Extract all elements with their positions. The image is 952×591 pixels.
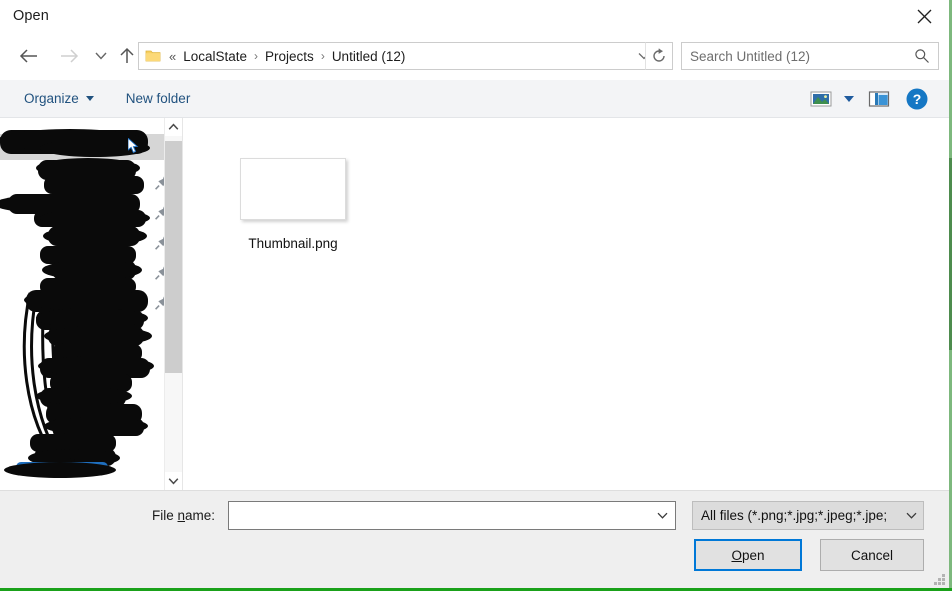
refresh-icon xyxy=(653,48,665,62)
back-arrow-icon xyxy=(19,49,37,63)
breadcrumb-overflow[interactable]: « xyxy=(169,49,176,64)
file-name-label-post: ame: xyxy=(185,508,216,523)
file-name-label-static: File name: xyxy=(152,503,215,529)
new-folder-button[interactable]: New folder xyxy=(116,81,201,117)
cancel-button-label: Cancel xyxy=(850,547,894,563)
navigation-selected-row[interactable] xyxy=(0,134,182,160)
dialog-body: Thumbnail.png xyxy=(0,118,952,490)
scrollbar-thumb[interactable] xyxy=(165,141,182,373)
help-button[interactable]: ? xyxy=(898,81,936,117)
close-button[interactable] xyxy=(902,0,946,32)
preview-pane-icon xyxy=(868,90,890,107)
search-icon xyxy=(915,49,929,63)
folder-icon xyxy=(145,49,161,63)
breadcrumb-item-2[interactable]: Untitled (12) xyxy=(332,49,406,64)
navigation-pane[interactable] xyxy=(0,118,182,490)
file-name-label: Thumbnail.png xyxy=(248,236,338,251)
forward-button[interactable] xyxy=(54,41,84,71)
navigation-pane-scrollbar[interactable] xyxy=(164,118,182,490)
search-box[interactable]: Search Untitled (12) xyxy=(681,42,939,70)
toolbar-right-group: ? xyxy=(804,80,936,117)
scroll-down-button[interactable] xyxy=(165,472,182,490)
title-bar: Open xyxy=(0,0,952,34)
change-view-dropdown[interactable] xyxy=(838,81,860,117)
file-name-label-accel: n xyxy=(177,508,186,523)
open-button-accel: O xyxy=(731,547,742,563)
chevron-down-icon xyxy=(85,96,94,101)
preview-pane-button[interactable] xyxy=(860,81,898,117)
page-title: Open xyxy=(13,8,49,24)
cancel-button[interactable]: Cancel xyxy=(820,539,924,571)
breadcrumb-item-1[interactable]: Projects xyxy=(265,49,314,64)
view-layout-icon xyxy=(810,91,832,106)
file-name-input[interactable] xyxy=(228,501,676,530)
organize-button[interactable]: Organize xyxy=(14,81,104,117)
breadcrumb-separator-1[interactable]: › xyxy=(321,49,325,63)
file-thumbnail xyxy=(240,158,346,220)
change-view-button[interactable] xyxy=(804,81,838,117)
file-name-label-pre: File xyxy=(152,508,178,523)
scroll-down-arrow-icon xyxy=(168,478,179,485)
chevron-down-icon xyxy=(95,52,107,60)
open-button[interactable]: Open xyxy=(694,539,802,571)
scroll-up-button[interactable] xyxy=(165,118,182,136)
list-item[interactable]: Thumbnail.png xyxy=(213,158,373,251)
up-arrow-icon xyxy=(120,47,134,63)
chevron-down-icon xyxy=(906,512,916,519)
recent-locations-button[interactable] xyxy=(90,41,112,71)
new-folder-label: New folder xyxy=(125,91,191,106)
close-icon xyxy=(917,9,931,23)
file-list-pane[interactable]: Thumbnail.png xyxy=(182,118,952,490)
toolbar: Organize New folder ? xyxy=(0,80,952,118)
chevron-down-icon xyxy=(657,512,667,519)
file-type-value: All files (*.png;*.jpg;*.jpeg;*.jpe; xyxy=(701,508,888,523)
open-button-rest: pen xyxy=(741,547,765,563)
search-input[interactable]: Search Untitled (12) xyxy=(690,49,914,64)
organize-label: Organize xyxy=(24,91,79,106)
scroll-up-arrow-icon xyxy=(168,123,179,130)
back-button[interactable] xyxy=(14,41,44,71)
address-bar: « LocalState › Projects › Untitled (12) … xyxy=(0,34,952,80)
help-icon: ? xyxy=(906,88,928,109)
dialog-footer: File name: All files (*.png;*.jpg;*.jpeg… xyxy=(0,490,952,591)
scrollbar-track[interactable] xyxy=(165,136,182,472)
refresh-button[interactable] xyxy=(645,42,673,70)
file-name-dropdown-button[interactable] xyxy=(649,502,675,529)
mouse-cursor-icon xyxy=(128,138,139,154)
breadcrumb-item-0[interactable]: LocalState xyxy=(183,49,247,64)
resize-grip[interactable] xyxy=(932,572,945,585)
file-type-select[interactable]: All files (*.png;*.jpg;*.jpeg;*.jpe; xyxy=(692,501,924,530)
open-button-label: Open xyxy=(731,548,764,563)
file-type-dropdown-button[interactable] xyxy=(899,502,923,529)
breadcrumb[interactable]: « LocalState › Projects › Untitled (12) xyxy=(138,42,633,70)
breadcrumb-separator-0[interactable]: › xyxy=(254,49,258,63)
chevron-down-icon xyxy=(844,95,854,102)
open-file-dialog: Open « LocalState › Projects › Untitled … xyxy=(0,0,952,591)
svg-text:?: ? xyxy=(913,91,922,107)
forward-arrow-icon xyxy=(61,49,79,63)
